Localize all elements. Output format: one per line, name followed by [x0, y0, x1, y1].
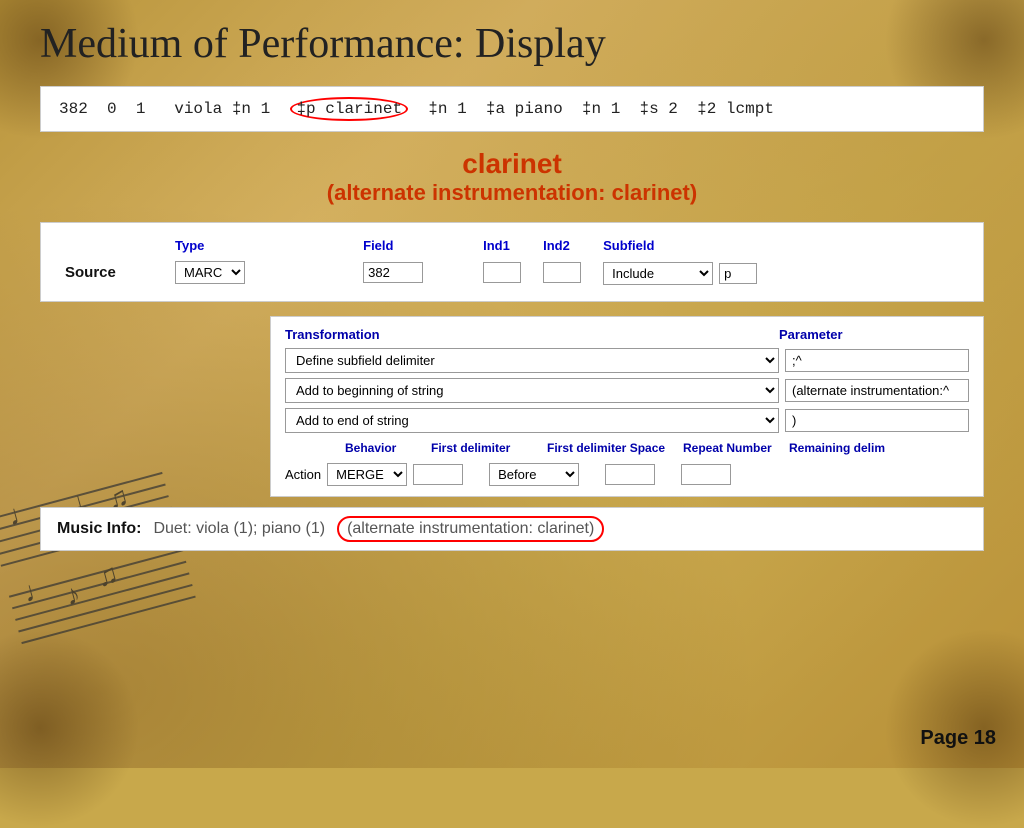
col-ind2: Ind2	[535, 235, 595, 256]
col-ind1: Ind1	[475, 235, 535, 256]
page-number: Page 18	[920, 727, 996, 750]
param-input-2[interactable]	[785, 379, 969, 402]
page-title: Medium of Performance: Display	[40, 20, 984, 68]
action-label: Action	[285, 467, 321, 482]
bottom-bar: Music Info: Duet: viola (1); piano (1) (…	[40, 507, 984, 551]
clarinet-sub-text: (alternate instrumentation: clarinet)	[40, 180, 984, 206]
transform-row-3: Add to end of string	[285, 408, 969, 433]
behavior-headers: Behavior First delimiter First delimiter…	[285, 441, 969, 455]
transform-row-2: Add to beginning of string	[285, 378, 969, 403]
marc-circled-term: ‡p clarinet	[290, 97, 408, 121]
clarinet-main-text: clarinet	[40, 148, 984, 180]
bh-behavior: Behavior	[345, 441, 425, 455]
transformation-panel: Transformation Parameter Define subfield…	[270, 316, 984, 497]
subfield-select[interactable]: Include	[603, 262, 713, 285]
first-delim-input[interactable]	[413, 464, 463, 485]
source-row: Source MARC	[57, 256, 967, 289]
ind1-input[interactable]	[483, 262, 521, 283]
merge-select[interactable]: MERGE	[327, 463, 407, 486]
music-info-text-before: Duet: viola (1); piano (1)	[153, 520, 325, 538]
marc-record-bar: 382 0 1 viola ‡n 1 ‡p clarinet ‡n 1 ‡a p…	[40, 86, 984, 132]
transform-header: Transformation Parameter	[285, 327, 969, 342]
repeat-input[interactable]	[605, 464, 655, 485]
space-select[interactable]: Before	[489, 463, 579, 486]
marc-record-prefix: 382 0 1 viola ‡n 1	[59, 100, 289, 118]
transform-col-header: Transformation	[285, 327, 779, 342]
field-input[interactable]	[363, 262, 423, 283]
clarinet-display: clarinet (alternate instrumentation: cla…	[40, 148, 984, 206]
col-subfield: Subfield	[595, 235, 967, 256]
col-type: Type	[167, 235, 355, 256]
ind2-input[interactable]	[543, 262, 581, 283]
source-table: Type Field Ind1 Ind2 Subfield Source MAR…	[57, 235, 967, 289]
source-label: Source	[57, 256, 167, 289]
marc-record-suffix: ‡n 1 ‡a piano ‡n 1 ‡s 2 ‡2 lcmpt	[409, 100, 774, 118]
transform-select-3[interactable]: Add to end of string	[285, 408, 779, 433]
source-table-container: Type Field Ind1 Ind2 Subfield Source MAR…	[40, 222, 984, 302]
transform-row-1: Define subfield delimiter	[285, 348, 969, 373]
bh-first-delim-space: First delimiter Space	[547, 441, 677, 455]
music-info-circled: (alternate instrumentation: clarinet)	[337, 516, 604, 542]
music-info-label: Music Info:	[57, 520, 141, 538]
bh-remaining: Remaining delim	[789, 441, 889, 455]
bh-first-delim: First delimiter	[431, 441, 541, 455]
type-select[interactable]: MARC	[175, 261, 245, 284]
subfield-value-input[interactable]	[719, 263, 757, 284]
col-field: Field	[355, 235, 475, 256]
transform-select-2[interactable]: Add to beginning of string	[285, 378, 779, 403]
param-input-1[interactable]	[785, 349, 969, 372]
transform-select-1[interactable]: Define subfield delimiter	[285, 348, 779, 373]
param-col-header: Parameter	[779, 327, 969, 342]
remaining-input[interactable]	[681, 464, 731, 485]
action-row: Action MERGE Before	[285, 463, 969, 486]
bh-repeat-num: Repeat Number	[683, 441, 783, 455]
param-input-3[interactable]	[785, 409, 969, 432]
